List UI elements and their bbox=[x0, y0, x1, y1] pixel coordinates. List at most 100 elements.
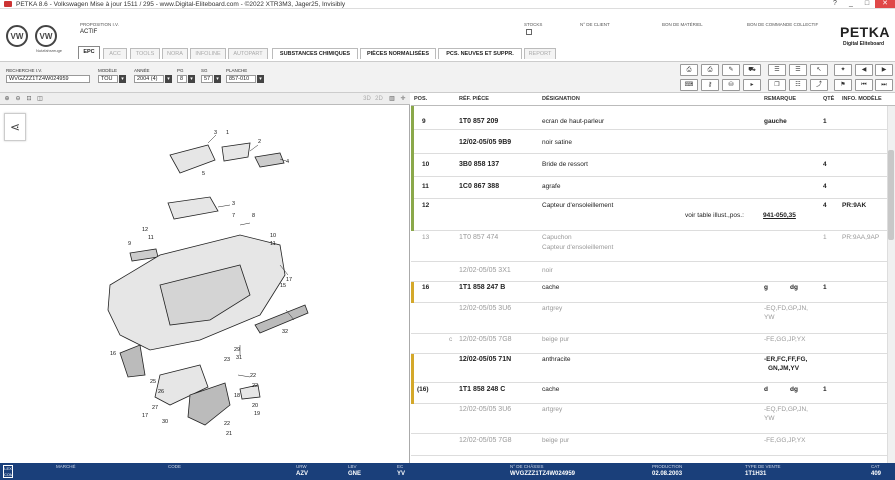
vw-commercial-logo[interactable]: VW bbox=[35, 25, 57, 47]
tab-autopart[interactable]: AUTOPART bbox=[228, 48, 268, 59]
table-row[interactable]: 10 3B0 858 137 Bride de ressort 4 bbox=[411, 154, 887, 177]
tab-tools[interactable]: TOOLS bbox=[130, 48, 160, 59]
pg-select[interactable]: 8 bbox=[177, 75, 187, 83]
col-remarque[interactable]: REMARQUE bbox=[764, 96, 796, 102]
cell-ref[interactable]: 3B0 858 137 bbox=[459, 161, 499, 169]
zoom-fit-icon[interactable]: ⊡ bbox=[25, 95, 33, 103]
stocks-checkbox[interactable] bbox=[526, 29, 532, 35]
table-row[interactable]: 12/02-05/05 71N anthracite -ER,FC,FF,FG,… bbox=[411, 354, 887, 383]
table-row[interactable]: 12/02-05/05 3U6 artgrey -EQ,FD,GP,JN, YW bbox=[411, 303, 887, 334]
tab-pieces-normalisees[interactable]: PIÈCES NORMALISÉES bbox=[360, 48, 436, 59]
view-3d-button[interactable]: 3D bbox=[362, 95, 372, 103]
cell-ref[interactable]: 12/02-05/05 7G8 bbox=[459, 437, 512, 445]
arrow-icon[interactable]: ↖ bbox=[810, 64, 828, 76]
modele-select[interactable]: TOU bbox=[98, 75, 118, 83]
planche-label: PLANCHE bbox=[226, 68, 248, 73]
col-designation[interactable]: DÉSIGNATION bbox=[542, 96, 580, 102]
view-2d-button[interactable]: 2D bbox=[374, 95, 384, 103]
tools-icon[interactable]: ✎ bbox=[722, 64, 740, 76]
planche-select[interactable]: 857-010 bbox=[226, 75, 256, 83]
modele-dropdown-icon[interactable]: ▾ bbox=[119, 75, 126, 83]
cell-ref[interactable]: 12/02-05/05 3X1 bbox=[459, 267, 511, 275]
cell-ref[interactable]: 1T0 857 209 bbox=[459, 118, 498, 126]
prev-icon[interactable]: ◀ bbox=[855, 64, 873, 76]
table-row[interactable]: 11 1C0 867 388 agrafe 4 bbox=[411, 177, 887, 199]
stocks-label: STOCKS bbox=[524, 22, 543, 27]
expand-icon[interactable]: ✛ bbox=[399, 95, 407, 103]
tab-epc[interactable]: EPC bbox=[78, 46, 100, 59]
zoom-out-icon[interactable]: ⊖ bbox=[14, 95, 22, 103]
minimize-button[interactable]: _ bbox=[843, 0, 859, 8]
tab-acc[interactable]: ACC bbox=[103, 48, 127, 59]
tab-substances[interactable]: SUBSTANCES CHIMIQUES bbox=[272, 48, 358, 59]
cell-ref[interactable]: 1T1 858 247 B bbox=[459, 284, 505, 292]
diagram-label: 2 bbox=[258, 139, 261, 145]
first-icon[interactable]: ⏮ bbox=[855, 79, 873, 91]
table-row[interactable]: 12/02-05/05 7G8 beige pur -FE,GG,JP,YX bbox=[411, 434, 887, 456]
cell-ref[interactable]: 12/02-05/05 7G8 bbox=[459, 336, 512, 344]
tab-infoline[interactable]: INFOLINE bbox=[190, 48, 226, 59]
annee-dropdown-icon[interactable]: ▾ bbox=[165, 75, 172, 83]
car-icon[interactable]: ⛟ bbox=[743, 64, 761, 76]
print-list-icon[interactable]: ⎙ bbox=[701, 64, 719, 76]
recherche-input[interactable]: WVGZZZ1TZ4W024959 bbox=[6, 75, 90, 83]
table-row[interactable]: 9 1T0 857 209 ecran de haut-parleur gauc… bbox=[411, 106, 887, 130]
maximize-button[interactable]: □ bbox=[859, 0, 875, 8]
print-icon[interactable]: ⎙ bbox=[680, 64, 698, 76]
table-scrollbar-thumb[interactable] bbox=[888, 150, 894, 240]
planche-dropdown-icon[interactable]: ▾ bbox=[257, 75, 264, 83]
cell-ref[interactable]: 1T1 858 248 C bbox=[459, 386, 505, 394]
col-info[interactable]: INFO. MODÈLE bbox=[842, 96, 882, 102]
cell-note: voir table illust.,pos.: bbox=[685, 212, 744, 219]
diagram-label: 16 bbox=[110, 351, 116, 357]
share-icon[interactable]: ⋖ bbox=[4, 113, 26, 141]
help-button[interactable]: ? bbox=[827, 0, 843, 8]
cell-ref[interactable]: 1T0 857 474 bbox=[459, 234, 498, 242]
table-row[interactable]: c 12/02-05/05 7G8 beige pur -FE,GG,JP,YX bbox=[411, 334, 887, 354]
cart-icon[interactable]: ⛁ bbox=[722, 79, 740, 91]
sg-select[interactable]: 57 bbox=[201, 75, 213, 83]
col-pos[interactable]: POS. bbox=[414, 96, 427, 102]
next-icon[interactable]: ▶ bbox=[875, 64, 893, 76]
cell-ref[interactable]: 12/02-05/05 71N bbox=[459, 356, 511, 364]
annee-select[interactable]: 2004 (4) bbox=[134, 75, 164, 83]
vw-logo[interactable]: VW bbox=[6, 25, 28, 47]
tab-report[interactable]: REPORT bbox=[524, 48, 556, 59]
ec-value: YV bbox=[397, 471, 406, 477]
select-all-icon[interactable]: ☰ bbox=[789, 64, 807, 76]
cell-ref[interactable]: 12/02-05/05 3U6 bbox=[459, 406, 511, 414]
flag-icon[interactable]: ⚑ bbox=[834, 79, 852, 91]
key-icon[interactable]: ⚷ bbox=[701, 79, 719, 91]
cell-ref[interactable]: 12/02-05/05 3U6 bbox=[459, 305, 511, 313]
table-row[interactable]: 13 1T0 857 474 Capuchon Capteur d'ensole… bbox=[411, 231, 887, 262]
illustration-toolbar: ⊕ ⊖ ⊡ ◫ 3D 2D ▥ ✛ bbox=[0, 93, 410, 105]
keyboard-icon[interactable]: ⌨ bbox=[680, 79, 698, 91]
list-icon[interactable]: ☷ bbox=[789, 79, 807, 91]
zoom-box-icon[interactable]: ◫ bbox=[36, 95, 44, 103]
table-row[interactable]: 12/02-05/05 3X1 noir bbox=[411, 262, 887, 282]
zoom-in-icon[interactable]: ⊕ bbox=[3, 95, 11, 103]
forward-list-icon[interactable]: ▸ bbox=[743, 79, 761, 91]
sg-dropdown-icon[interactable]: ▾ bbox=[214, 75, 221, 83]
pg-dropdown-icon[interactable]: ▾ bbox=[188, 75, 195, 83]
exploded-diagram[interactable]: 3 1 2 4 5 3 7 8 10 11 12 11 9 17 15 32 1… bbox=[90, 125, 310, 445]
export-icon[interactable]: ⤴ bbox=[810, 79, 828, 91]
table-row[interactable]: (16) 1T1 858 248 C cache d dg 1 bbox=[411, 383, 887, 404]
layout-icon[interactable]: ▥ bbox=[388, 95, 396, 103]
last-icon[interactable]: ⏭ bbox=[875, 79, 893, 91]
table-row[interactable]: 12/02-05/05 9B9 noir satine bbox=[411, 130, 887, 154]
tab-pcs-neuves[interactable]: PCS. NEUVES ET SUPPR. bbox=[438, 48, 522, 59]
table-row[interactable]: 12 Capteur d'ensoleillement 4 PR:9AK voi… bbox=[411, 199, 887, 231]
copy-icon[interactable]: ❐ bbox=[768, 79, 786, 91]
cell-ref[interactable]: 1C0 867 388 bbox=[459, 183, 499, 191]
pin-icon[interactable]: ✦ bbox=[834, 64, 852, 76]
table-row[interactable]: 16 1T1 858 247 B cache g dg 1 bbox=[411, 282, 887, 303]
col-qte[interactable]: QTÉ bbox=[823, 96, 834, 102]
col-ref[interactable]: RÉF. PIÈCE bbox=[459, 96, 489, 102]
table-row[interactable]: 12/02-05/05 3U6 artgrey -EQ,FD,GP,JN, YW bbox=[411, 404, 887, 434]
select-icon[interactable]: ☰ bbox=[768, 64, 786, 76]
illustration-link[interactable]: 941-050,35 bbox=[763, 212, 796, 220]
tab-nora[interactable]: NORA bbox=[162, 48, 188, 59]
cell-ref[interactable]: 12/02-05/05 9B9 bbox=[459, 139, 511, 147]
close-button[interactable]: ✕ bbox=[875, 0, 895, 8]
